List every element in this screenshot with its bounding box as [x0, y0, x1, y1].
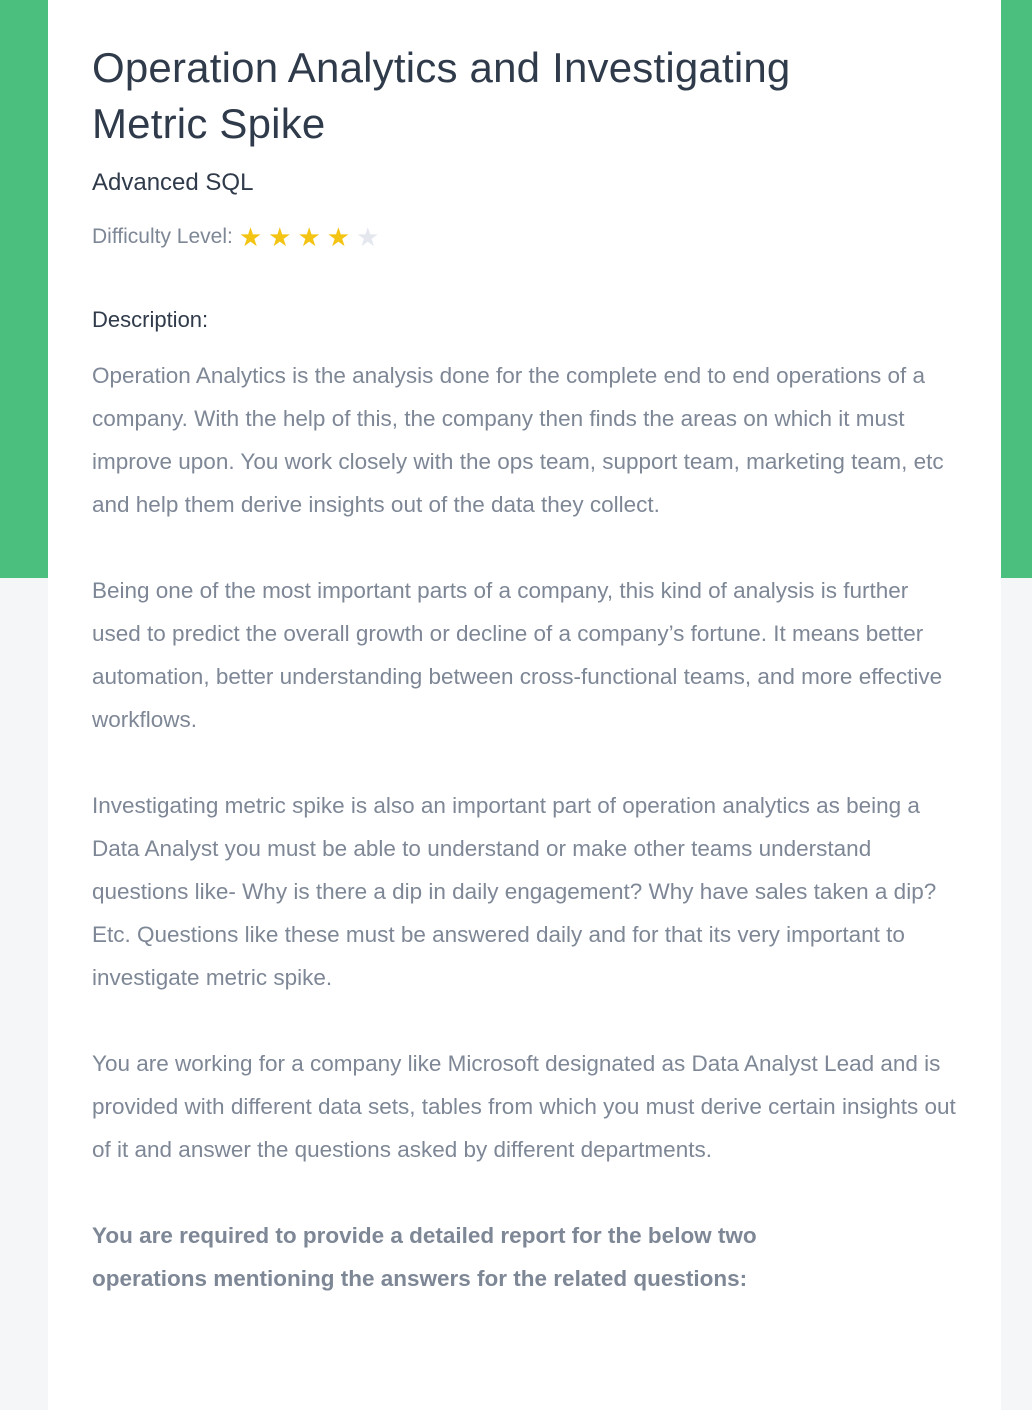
- description-paragraph: Investigating metric spike is also an im…: [92, 793, 937, 990]
- project-card: Operation Analytics and Investigating Me…: [48, 0, 1001, 1410]
- requirement-text: You are required to provide a detailed r…: [92, 1223, 757, 1291]
- description-paragraph: Operation Analytics is the analysis done…: [92, 363, 944, 517]
- star-icon: ★: [326, 222, 351, 252]
- star-icon: ★: [297, 222, 321, 252]
- star-icon: ★: [268, 222, 292, 252]
- description-paragraph: Being one of the most important parts of…: [92, 578, 943, 732]
- difficulty-label: Difficulty Level:: [92, 225, 233, 248]
- difficulty-rating: Difficulty Level: ★ ★ ★ ★ ★: [92, 222, 957, 252]
- star-icon: ★: [238, 222, 263, 252]
- page-title: Operation Analytics and Investigating Me…: [92, 44, 791, 147]
- category-label: Advanced SQL: [92, 169, 254, 196]
- description-paragraph: You are working for a company like Micro…: [92, 1051, 956, 1162]
- star-icon: ★: [356, 222, 380, 252]
- star-rating: ★ ★ ★ ★ ★: [239, 224, 380, 250]
- description-heading: Description:: [92, 307, 209, 332]
